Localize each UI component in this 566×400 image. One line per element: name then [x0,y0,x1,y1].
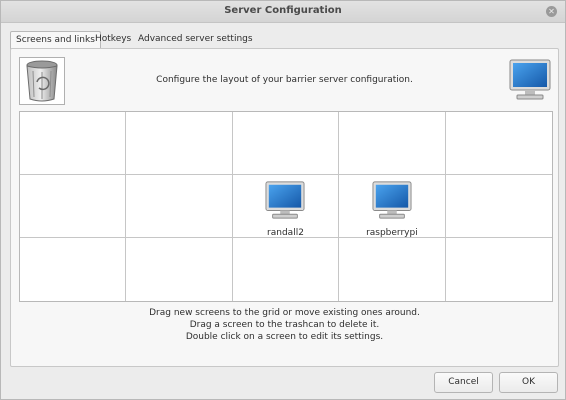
grid-cell[interactable] [445,112,552,175]
title-bar: Server Configuration ✕ [1,1,565,23]
ok-button[interactable]: OK [499,372,558,393]
tab-hotkeys[interactable]: Hotkeys [90,31,136,48]
hint-drag-to-trash: Drag a screen to the trashcan to delete … [189,320,380,330]
tab-screens-and-links[interactable]: Screens and links [10,31,101,49]
screens-and-links-panel: Configure the layout of your barrier ser… [10,48,559,367]
screen-raspberrypi[interactable]: raspberrypi [339,180,444,238]
grid-cell[interactable]: randall2 [232,175,340,238]
grid-cell[interactable] [126,175,233,238]
grid-cell[interactable] [339,112,446,175]
layout-heading: Configure the layout of your barrier ser… [156,75,413,85]
grid-cell[interactable] [126,112,233,175]
monitor-icon [372,181,412,219]
grid-cell[interactable]: raspberrypi [339,175,446,238]
grid-cell[interactable] [126,238,233,301]
grid-cell[interactable] [20,175,127,238]
grid-cell[interactable] [20,112,127,175]
cancel-button[interactable]: Cancel [434,372,493,393]
screen-name-label: raspberrypi [366,228,418,238]
grid-cell[interactable] [339,238,446,301]
close-icon[interactable]: ✕ [546,6,557,17]
grid-cell[interactable] [232,112,340,175]
new-screen-monitor-icon[interactable] [508,58,552,102]
screen-layout-grid[interactable]: randall2 raspberrypi [19,111,553,302]
trash-can-icon[interactable] [19,57,65,105]
grid-cell[interactable] [446,238,552,301]
hint-drag-new-screens: Drag new screens to the grid or move exi… [149,308,420,318]
grid-cell[interactable] [445,175,552,238]
hint-double-click-edit: Double click on a screen to edit its set… [185,332,384,342]
server-configuration-window: Server Configuration ✕ Screens and links… [0,0,566,400]
screen-name-label: randall2 [267,228,304,238]
tab-advanced-server-settings[interactable]: Advanced server settings [133,31,258,48]
window-title: Server Configuration [224,5,342,16]
monitor-icon [265,181,306,219]
screen-randall2[interactable]: randall2 [233,180,338,238]
grid-cell[interactable] [233,238,340,301]
grid-cell[interactable] [20,238,127,301]
